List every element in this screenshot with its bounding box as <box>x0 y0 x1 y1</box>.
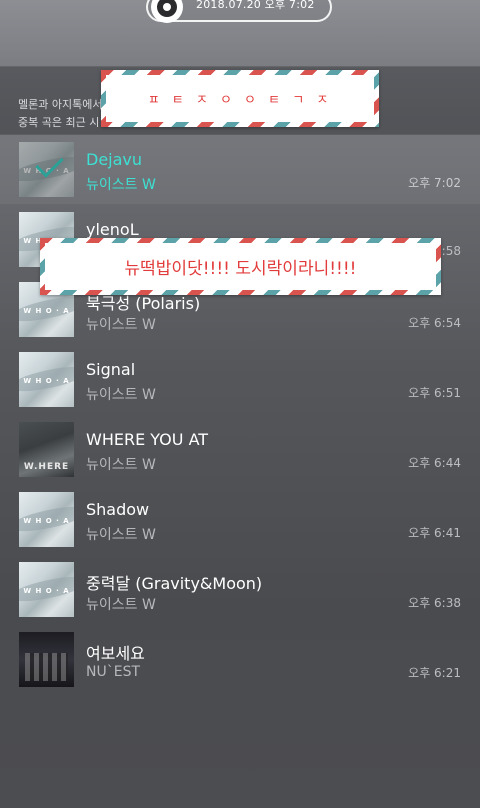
song-title: 중력달 (Gravity&Moon) <box>86 574 263 593</box>
notice-line-1: 멜론과 아지톡에서 <box>18 98 103 111</box>
song-artist: 뉴이스트 W <box>86 387 156 403</box>
played-time: 오후 6:51 <box>408 386 461 400</box>
song-title: WHERE YOU AT <box>86 430 209 449</box>
played-time: 오후 7:02 <box>408 176 461 190</box>
song-title: Signal <box>86 360 136 379</box>
recent-timestamp: 2018.07.20 오후 7:02 <box>196 0 315 11</box>
album-art: W H O · A <box>19 492 74 547</box>
played-time: 오후 6:44 <box>408 456 461 470</box>
notice-line-2: 중복 곡은 최근 시 <box>18 116 100 129</box>
song-row[interactable]: W H O · A Shadow 뉴이스트 W 오후 6:41 <box>0 484 480 554</box>
song-artist: 뉴이스트 W <box>86 527 156 543</box>
song-row[interactable]: W H O · A Dejavu 뉴이스트 W 오후 7:02 <box>0 134 480 204</box>
recent-songs-list: W H O · A Dejavu 뉴이스트 W 오후 7:02 W H O · … <box>0 134 480 694</box>
played-time: 오후 6:21 <box>408 666 461 680</box>
song-row[interactable]: W.HERE WHERE YOU AT 뉴이스트 W 오후 6:44 <box>0 414 480 484</box>
airmail-sticker-top: ㅍ ㅌ ㅈ ㅇ ㅇ ㅌ ㄱ ㅈ <box>101 70 379 127</box>
disc-icon <box>151 0 183 23</box>
song-title: Shadow <box>86 500 150 519</box>
song-artist: 뉴이스트 W <box>86 177 156 193</box>
sticker-text: 뉴떡밥이닷!!!! 도시락이라니!!!! <box>45 243 436 290</box>
album-art <box>19 632 74 687</box>
song-row[interactable]: W H O · A 중력달 (Gravity&Moon) 뉴이스트 W 오후 6… <box>0 554 480 624</box>
album-art: W H O · A <box>19 142 74 197</box>
song-title: ylenoL <box>86 220 139 239</box>
played-time: 오후 6:54 <box>408 316 461 330</box>
song-row[interactable]: W H O · A Signal 뉴이스트 W 오후 6:51 <box>0 344 480 414</box>
sticker-text: ㅍ ㅌ ㅈ ㅇ ㅇ ㅌ ㄱ ㅈ <box>106 75 374 122</box>
airmail-sticker-middle: 뉴떡밥이닷!!!! 도시락이라니!!!! <box>40 238 441 295</box>
song-artist: 뉴이스트 W <box>86 597 156 613</box>
song-artist: 뉴이스트 W <box>86 317 156 333</box>
played-time: 오후 6:41 <box>408 526 461 540</box>
album-art: W H O · A <box>19 562 74 617</box>
album-art: W.HERE <box>19 422 74 477</box>
song-row[interactable]: 여보세요 NU`EST 오후 6:21 <box>0 624 480 694</box>
song-artist: NU`EST <box>86 664 141 680</box>
played-time: 오후 6:38 <box>408 596 461 610</box>
song-title: 여보세요 <box>86 644 145 663</box>
album-art: W H O · A <box>19 352 74 407</box>
song-artist: 뉴이스트 W <box>86 457 156 473</box>
now-playing-pill[interactable]: 2018.07.20 오후 7:02 <box>146 0 332 23</box>
song-title: Dejavu <box>86 150 143 169</box>
